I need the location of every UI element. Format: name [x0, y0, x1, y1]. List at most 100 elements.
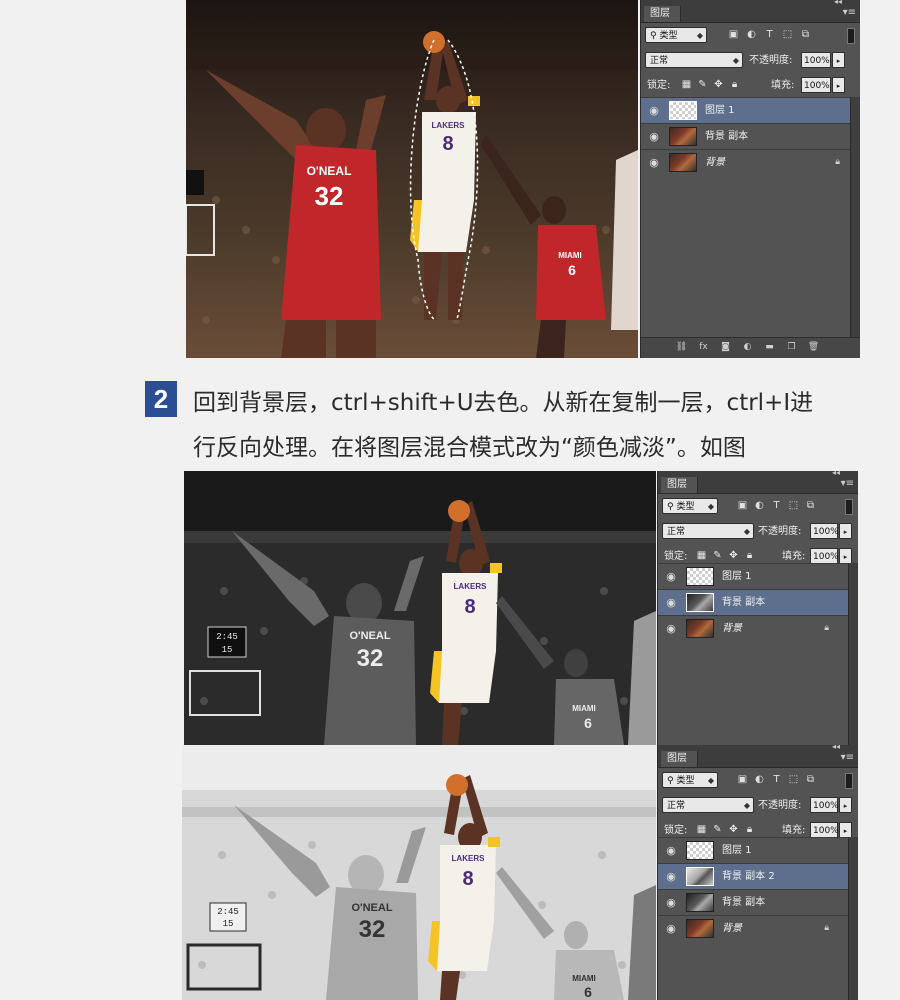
- layer-row[interactable]: ◉ 图层 1: [641, 97, 860, 123]
- smart-object-filter-icon[interactable]: ⧉: [804, 773, 817, 786]
- shape-filter-icon[interactable]: ⬚: [787, 773, 800, 786]
- layer-scrollbar[interactable]: [850, 97, 860, 338]
- type-filter-icon[interactable]: T: [770, 499, 783, 512]
- layer-row[interactable]: ◉ 背景 副本: [641, 123, 860, 149]
- panel-menu-icon[interactable]: ▾≡: [841, 752, 854, 763]
- lock-position-icon[interactable]: ✥: [713, 79, 724, 91]
- filter-kind-select[interactable]: ⚲ 类型 ◆: [645, 27, 707, 43]
- link-layers-icon[interactable]: ⛓: [675, 341, 688, 354]
- jersey-number-left: 32: [357, 645, 384, 672]
- visibility-eye-icon[interactable]: ◉: [661, 916, 681, 941]
- tab-layers[interactable]: 图层: [661, 751, 698, 767]
- filter-toggle[interactable]: [847, 28, 855, 44]
- blend-mode-select[interactable]: 正常 ◆: [645, 52, 743, 68]
- fill-input[interactable]: 100%: [810, 822, 839, 838]
- blend-mode-select[interactable]: 正常 ◆: [662, 523, 754, 539]
- fill-dropdown-icon[interactable]: ▸: [839, 822, 852, 838]
- lock-all-icon[interactable]: 🔒︎: [729, 79, 740, 91]
- shape-filter-icon[interactable]: ⬚: [787, 499, 800, 512]
- adjustment-filter-icon[interactable]: ◐: [745, 28, 758, 41]
- fill-input[interactable]: 100%: [801, 77, 831, 93]
- add-mask-icon[interactable]: ◙: [719, 341, 732, 354]
- blend-mode-select[interactable]: 正常 ◆: [662, 797, 754, 813]
- layer-list: ◉ 图层 1 ◉ 背景 副本 ◉ 背景 🔒︎: [658, 563, 849, 641]
- panel-tab-bar: 图层 ▾≡: [658, 751, 858, 768]
- layer-scrollbar[interactable]: [848, 563, 858, 745]
- layer-row[interactable]: ◉ 背景 副本: [658, 589, 849, 615]
- lock-image-icon[interactable]: ✎: [712, 824, 723, 836]
- shot-clock-b: 15: [222, 645, 233, 655]
- tab-layers[interactable]: 图层: [661, 477, 698, 493]
- lock-transparent-icon[interactable]: ▦: [696, 824, 707, 836]
- opacity-dropdown-icon[interactable]: ▸: [832, 52, 845, 68]
- image-filter-icon[interactable]: ▣: [727, 28, 740, 41]
- visibility-eye-icon[interactable]: ◉: [644, 150, 664, 175]
- visibility-eye-icon[interactable]: ◉: [644, 124, 664, 149]
- visibility-eye-icon[interactable]: ◉: [661, 590, 681, 615]
- lock-image-icon[interactable]: ✎: [712, 550, 723, 562]
- lock-position-icon[interactable]: ✥: [728, 550, 739, 562]
- layer-thumbnail: [686, 841, 714, 860]
- basketball-photo-color: 32 O'NEAL 8 LAKERS MIAMI 6: [186, 0, 638, 358]
- new-group-icon[interactable]: ▬: [763, 341, 776, 354]
- lock-all-icon[interactable]: 🔒︎: [744, 550, 755, 562]
- filter-kind-select[interactable]: ⚲ 类型 ◆: [662, 772, 718, 788]
- visibility-eye-icon[interactable]: ◉: [644, 98, 664, 123]
- layers-panel: ◂◂ 图层 ▾≡ ⚲ 类型 ◆ ▣ ◐ T ⬚ ⧉ 正常 ◆ 不透明度: 100% …: [657, 471, 858, 745]
- layer-name: 背景: [722, 623, 742, 634]
- adjustment-layer-icon[interactable]: ◐: [741, 341, 754, 354]
- filter-kind-select[interactable]: ⚲ 类型 ◆: [662, 498, 718, 514]
- layer-name: 图层 1: [722, 845, 752, 856]
- lock-image-icon[interactable]: ✎: [697, 79, 708, 91]
- lock-position-icon[interactable]: ✥: [728, 824, 739, 836]
- fx-icon[interactable]: fx: [697, 341, 710, 354]
- shape-filter-icon[interactable]: ⬚: [781, 28, 794, 41]
- new-layer-icon[interactable]: ❐: [785, 341, 798, 354]
- visibility-eye-icon[interactable]: ◉: [661, 564, 681, 589]
- layer-row[interactable]: ◉ 背景 副本: [658, 889, 849, 915]
- layer-row[interactable]: ◉ 图层 1: [658, 563, 849, 589]
- blend-row: 正常 ◆ 不透明度: 100% ▸: [658, 519, 858, 544]
- filter-kind-label: 类型: [659, 31, 678, 41]
- lock-all-icon[interactable]: 🔒︎: [744, 824, 755, 836]
- opacity-dropdown-icon[interactable]: ▸: [839, 523, 852, 539]
- opacity-input[interactable]: 100%: [810, 797, 839, 813]
- filter-toggle[interactable]: [845, 499, 853, 515]
- fill-dropdown-icon[interactable]: ▸: [839, 548, 852, 564]
- layer-scrollbar[interactable]: [848, 837, 858, 1000]
- layer-row[interactable]: ◉ 图层 1: [658, 837, 849, 863]
- image-filter-icon[interactable]: ▣: [736, 499, 749, 512]
- opacity-input[interactable]: 100%: [801, 52, 831, 68]
- layer-row[interactable]: ◉ 背景 副本 2: [658, 863, 849, 889]
- adjustment-filter-icon[interactable]: ◐: [753, 773, 766, 786]
- type-filter-icon[interactable]: T: [763, 28, 776, 41]
- image-filter-icon[interactable]: ▣: [736, 773, 749, 786]
- opacity-input[interactable]: 100%: [810, 523, 839, 539]
- delete-layer-icon[interactable]: 🗑︎: [807, 341, 820, 354]
- type-filter-icon[interactable]: T: [770, 773, 783, 786]
- panel-menu-icon[interactable]: ▾≡: [843, 7, 856, 18]
- smart-object-filter-icon[interactable]: ⧉: [799, 28, 812, 41]
- visibility-eye-icon[interactable]: ◉: [661, 890, 681, 915]
- filter-toggle[interactable]: [845, 773, 853, 789]
- fill-label: 填充:: [771, 80, 795, 91]
- fill-dropdown-icon[interactable]: ▸: [832, 77, 845, 93]
- opacity-dropdown-icon[interactable]: ▸: [839, 797, 852, 813]
- visibility-eye-icon[interactable]: ◉: [661, 616, 681, 641]
- smart-object-filter-icon[interactable]: ⧉: [804, 499, 817, 512]
- jersey-team-right: MIAMI: [558, 251, 582, 260]
- visibility-eye-icon[interactable]: ◉: [661, 864, 681, 889]
- step-line-1: 回到背景层，ctrl+shift+U去色。从新在复制一层，ctrl+I进: [193, 390, 814, 416]
- lock-transparent-icon[interactable]: ▦: [681, 79, 692, 91]
- fill-input[interactable]: 100%: [810, 548, 839, 564]
- layer-row[interactable]: ◉ 背景 🔒︎: [658, 615, 849, 641]
- lock-transparent-icon[interactable]: ▦: [696, 550, 707, 562]
- visibility-eye-icon[interactable]: ◉: [661, 838, 681, 863]
- filter-kind-label: 类型: [676, 776, 695, 786]
- panel-menu-icon[interactable]: ▾≡: [841, 478, 854, 489]
- layer-row[interactable]: ◉ 背景 🔒︎: [641, 149, 860, 175]
- adjustment-filter-icon[interactable]: ◐: [753, 499, 766, 512]
- jersey-team-center: LAKERS: [454, 582, 488, 591]
- tab-layers[interactable]: 图层: [644, 6, 681, 22]
- layer-row[interactable]: ◉ 背景 🔒︎: [658, 915, 849, 941]
